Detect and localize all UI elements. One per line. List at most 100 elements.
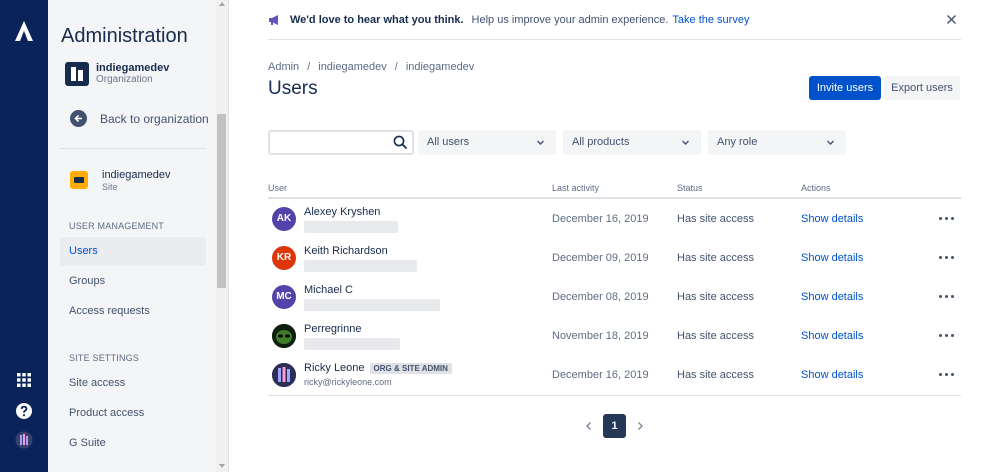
nav-item-site-access[interactable]: Site access <box>60 369 206 398</box>
search-icon[interactable] <box>393 135 408 150</box>
user-name: Perregrinne <box>304 323 362 335</box>
avatar[interactable] <box>272 324 296 348</box>
last-activity: December 09, 2019 <box>552 252 649 264</box>
avatar[interactable]: KR <box>272 246 296 270</box>
breadcrumb-org[interactable]: indiegamedev <box>318 61 387 73</box>
redacted-email <box>304 338 400 350</box>
user-status: Has site access <box>677 213 755 225</box>
table-row: AK Alexey Kryshen December 16, 2019 Has … <box>268 199 961 238</box>
redacted-email <box>304 221 398 233</box>
avatar[interactable]: MC <box>272 285 296 309</box>
org-name: indiegamedev <box>96 62 170 74</box>
more-actions-icon[interactable] <box>939 211 955 225</box>
site-icon <box>70 171 88 189</box>
table-row: Perregrinne November 18, 2019 Has site a… <box>268 316 961 355</box>
scroll-down-icon[interactable] <box>219 464 225 468</box>
column-header-user: User <box>268 183 288 193</box>
nav-title: Administration <box>61 25 188 47</box>
user-name: Alexey Kryshen <box>304 206 381 218</box>
feedback-banner: We'd love to hear what you think. Help u… <box>268 0 961 40</box>
show-details-link[interactable]: Show details <box>801 252 863 264</box>
alien-avatar-icon <box>272 324 296 348</box>
page-button-current[interactable]: 1 <box>603 414 626 438</box>
nav-item-access-requests[interactable]: Access requests <box>60 297 206 326</box>
last-activity: November 18, 2019 <box>552 330 649 342</box>
invite-users-button[interactable]: Invite users <box>809 76 881 100</box>
last-activity: December 16, 2019 <box>552 213 649 225</box>
user-status: Has site access <box>677 330 755 342</box>
help-icon[interactable] <box>15 402 33 420</box>
role-filter-select[interactable]: Any role <box>708 130 846 155</box>
show-details-link[interactable]: Show details <box>801 330 863 342</box>
user-name: Keith Richardson <box>304 245 388 257</box>
user-status: Has site access <box>677 252 755 264</box>
search-input[interactable] <box>274 135 388 151</box>
org-building-icon <box>65 62 89 86</box>
export-users-button[interactable]: Export users <box>884 76 960 100</box>
user-photo-icon <box>272 363 296 387</box>
take-survey-link[interactable]: Take the survey <box>672 14 749 26</box>
user-email: ricky@rickyleone.com <box>304 377 392 387</box>
user-name: Ricky Leone <box>304 362 365 374</box>
megaphone-icon <box>269 14 278 25</box>
atlassian-logo-icon[interactable] <box>14 20 34 42</box>
table-row: Ricky Leone ORG & SITE ADMIN ricky@ricky… <box>268 355 961 394</box>
nav-item-product-access[interactable]: Product access <box>60 399 206 428</box>
nav-divider <box>60 148 206 149</box>
table-row: MC Michael C December 08, 2019 Has site … <box>268 277 961 316</box>
column-header-actions: Actions <box>801 183 831 193</box>
user-status: Has site access <box>677 369 755 381</box>
site-name: indiegamedev <box>102 169 171 181</box>
products-filter-select[interactable]: All products <box>563 130 701 155</box>
arrow-left-icon <box>70 110 87 127</box>
org-switcher[interactable]: indiegamedev Organization <box>65 62 169 86</box>
last-activity: December 16, 2019 <box>552 369 649 381</box>
close-icon[interactable] <box>946 14 957 25</box>
redacted-email <box>304 299 440 311</box>
section-site-settings: SITE SETTINGS <box>69 353 140 363</box>
more-actions-icon[interactable] <box>939 250 955 264</box>
banner-text: Help us improve your admin experience. <box>471 13 669 26</box>
search-field[interactable] <box>268 130 414 155</box>
site-type: Site <box>102 182 118 192</box>
more-actions-icon[interactable] <box>939 367 955 381</box>
profile-avatar-icon[interactable] <box>15 431 33 449</box>
page-title: Users <box>268 78 318 99</box>
show-details-link[interactable]: Show details <box>801 213 863 225</box>
chevron-down-icon <box>682 140 689 145</box>
back-to-organization-link[interactable]: Back to organization <box>70 110 209 127</box>
app-switcher-icon[interactable] <box>16 372 32 388</box>
back-label: Back to organization <box>100 111 209 126</box>
users-filter-select[interactable]: All users <box>418 130 556 155</box>
banner-headline: We'd love to hear what you think. <box>290 13 464 26</box>
admin-badge: ORG & SITE ADMIN <box>369 362 452 374</box>
chevron-left-icon[interactable] <box>584 421 594 431</box>
column-header-status: Status <box>677 183 703 193</box>
table-row: KR Keith Richardson December 09, 2019 Ha… <box>268 238 961 277</box>
user-name: Michael C <box>304 284 353 296</box>
breadcrumb-site[interactable]: indiegamedev <box>406 61 475 73</box>
site-item[interactable]: indiegamedev Site <box>70 169 171 193</box>
nav-scrollbar-thumb[interactable] <box>217 114 226 288</box>
users-filter-value: All users <box>427 136 470 148</box>
breadcrumb-admin[interactable]: Admin <box>268 61 299 73</box>
avatar[interactable]: AK <box>272 207 296 231</box>
org-type: Organization <box>96 74 153 85</box>
show-details-link[interactable]: Show details <box>801 291 863 303</box>
chevron-down-icon <box>537 140 544 145</box>
table-bottom-divider <box>268 395 961 396</box>
show-details-link[interactable]: Show details <box>801 369 863 381</box>
nav-item-groups[interactable]: Groups <box>60 267 206 296</box>
more-actions-icon[interactable] <box>939 289 955 303</box>
nav-item-users[interactable]: Users <box>60 237 206 266</box>
pagination: 1 <box>584 414 645 438</box>
role-filter-value: Any role <box>717 136 758 148</box>
scroll-up-icon[interactable] <box>219 2 225 6</box>
avatar[interactable] <box>272 363 296 387</box>
more-actions-icon[interactable] <box>939 328 955 342</box>
chevron-right-icon[interactable] <box>635 421 645 431</box>
global-rail <box>0 0 48 472</box>
chevron-down-icon <box>827 140 834 145</box>
nav-item-g-suite[interactable]: G Suite <box>60 429 206 458</box>
user-status: Has site access <box>677 291 755 303</box>
